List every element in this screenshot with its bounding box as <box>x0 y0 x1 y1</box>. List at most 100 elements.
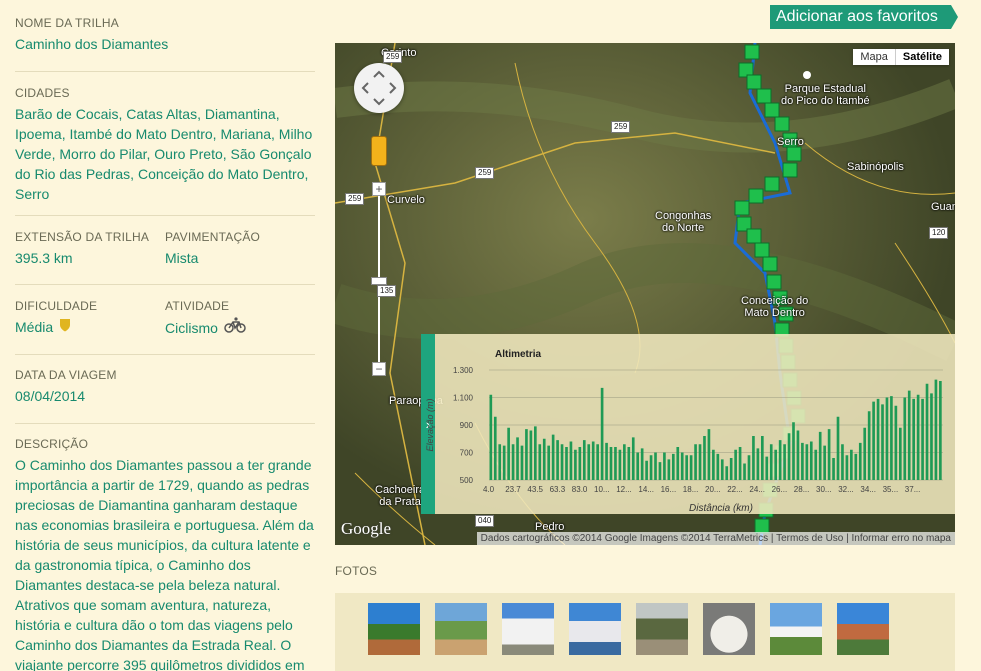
colonial-building-photo[interactable] <box>569 603 621 655</box>
map-label-itambe: Parque Estadual do Pico do Itambé <box>781 83 870 107</box>
x-tick-label: 20... <box>705 485 721 494</box>
elevation-bar <box>525 429 528 480</box>
elevation-bar <box>694 444 697 480</box>
elevation-bar <box>649 455 653 480</box>
trail-info-sidebar: NOME DA TRILHA Caminho dos Diamantes CID… <box>0 0 330 671</box>
trip-date-section: DATA DA VIAGEM 08/04/2014 <box>15 368 315 424</box>
pan-arrows-icon <box>361 70 397 106</box>
elevation-bar <box>809 441 813 480</box>
description-label: DESCRIÇÃO <box>15 437 89 451</box>
elevation-bar <box>876 398 880 480</box>
elevation-bar <box>600 387 604 480</box>
highway-shield-120: 120 <box>929 227 949 239</box>
white-church-photo[interactable] <box>502 603 554 655</box>
zoom-in-button[interactable]: + <box>372 182 386 196</box>
cheese-photo[interactable] <box>703 603 755 655</box>
elevation-bar <box>796 430 800 480</box>
rural-landscape-photo[interactable] <box>636 603 688 655</box>
elevation-bar <box>827 429 831 480</box>
bicycle-icon <box>224 317 246 338</box>
paving-label: PAVIMENTAÇÃO <box>165 230 261 244</box>
elevation-bar <box>854 453 858 480</box>
x-tick-label: 26... <box>772 485 788 494</box>
elevation-bar <box>783 444 786 480</box>
elevation-bar <box>534 426 537 480</box>
elevation-bar <box>489 394 493 480</box>
elevation-bar <box>587 444 591 480</box>
y-tick-label: 700 <box>460 449 474 458</box>
elevation-bar <box>498 444 502 480</box>
street-view-pegman-icon[interactable] <box>371 136 387 166</box>
elevation-bar <box>725 466 729 480</box>
elevation-bar <box>765 456 769 480</box>
y-tick-label: 900 <box>460 421 474 430</box>
x-tick-label: 34... <box>860 485 876 494</box>
elevation-bar <box>743 463 746 480</box>
map-label-sabinopolis: Sabinópolis <box>847 161 904 173</box>
x-tick-label: 83.0 <box>572 485 588 494</box>
map-label-congonhas: Congonhas do Norte <box>655 210 712 234</box>
elevation-bar <box>934 379 938 480</box>
elevation-bar <box>814 449 818 480</box>
map-type-map-button[interactable]: Mapa <box>853 49 895 65</box>
elevation-bar <box>925 383 929 480</box>
elevation-bar <box>903 397 907 480</box>
trail-map[interactable]: Mapa Satélite + − Corinto Curvelo Congon… <box>335 43 955 545</box>
add-to-favorites-button[interactable]: Adicionar aos favoritos <box>770 5 958 29</box>
google-logo: Google <box>341 519 392 538</box>
photo-strip <box>335 593 955 671</box>
description-text: O Caminho dos Diamantes passou a ter gra… <box>15 457 314 671</box>
pan-control[interactable] <box>354 63 404 113</box>
highway-shield-259: 259 <box>611 121 631 133</box>
elevation-bar <box>818 431 822 480</box>
elevation-bar <box>707 429 711 480</box>
x-tick-label: 63.3 <box>550 485 566 494</box>
map-type-switch: Mapa Satélite <box>853 49 949 65</box>
elevation-bar <box>881 404 884 480</box>
activity-value[interactable]: Ciclismo <box>165 318 218 338</box>
elevation-bar <box>912 398 915 480</box>
map-label-curvelo: Curvelo <box>387 194 425 206</box>
highway-shield-040: 040 <box>475 515 495 527</box>
elevation-bar <box>747 455 751 480</box>
x-tick-label: 10... <box>594 485 610 494</box>
chart-title: Altimetria <box>495 349 542 360</box>
elevation-bar <box>720 459 724 480</box>
x-tick-label: 4.0 <box>483 485 495 494</box>
elevation-bar <box>582 440 586 480</box>
elevation-bar <box>752 436 755 480</box>
y-tick-label: 1.300 <box>453 366 474 375</box>
elevation-bar <box>858 442 862 480</box>
x-axis-label: Distância (km) <box>689 503 753 514</box>
elevation-bar <box>716 453 720 480</box>
trail-road-photo[interactable] <box>368 603 420 655</box>
zoom-slider-thumb[interactable] <box>371 277 387 285</box>
elevation-bar <box>863 427 867 480</box>
elevation-bar <box>850 449 853 480</box>
map-label-serro: Serro <box>777 136 804 148</box>
elevation-bar <box>627 447 631 480</box>
difficulty-activity-section: DIFICULDADE Média ATIVIDADE Ciclismo <box>15 299 315 355</box>
y-tick-label: 500 <box>460 476 474 485</box>
town-view-photo[interactable] <box>837 603 889 655</box>
elevation-bar <box>778 440 782 480</box>
map-attribution[interactable]: Dados cartográficos ©2014 Google Imagens… <box>476 532 955 545</box>
zoom-out-button[interactable]: − <box>372 362 386 376</box>
dirt-road-photo[interactable] <box>435 603 487 655</box>
elevation-bar <box>591 441 595 480</box>
elevation-bar <box>574 449 577 480</box>
elevation-panel: › Altimetria 1.300 1.100 900 700 500 Elevação … <box>421 334 955 514</box>
activity-label: ATIVIDADE <box>165 299 230 313</box>
x-tick-label: 35... <box>883 485 899 494</box>
elevation-bar <box>761 436 764 480</box>
elevation-bar <box>787 433 791 480</box>
trip-date-label: DATA DA VIAGEM <box>15 368 117 382</box>
description-section: DESCRIÇÃO O Caminho dos Diamantes passou… <box>15 437 315 671</box>
highway-shield-259: 259 <box>345 193 365 205</box>
elevation-bar <box>516 437 519 480</box>
x-tick-label: 43.5 <box>527 485 543 494</box>
paving-value: Mista <box>165 250 199 266</box>
elevation-bar <box>698 444 702 480</box>
map-type-satellite-button[interactable]: Satélite <box>894 49 949 65</box>
hilltop-chapel-photo[interactable] <box>770 603 822 655</box>
